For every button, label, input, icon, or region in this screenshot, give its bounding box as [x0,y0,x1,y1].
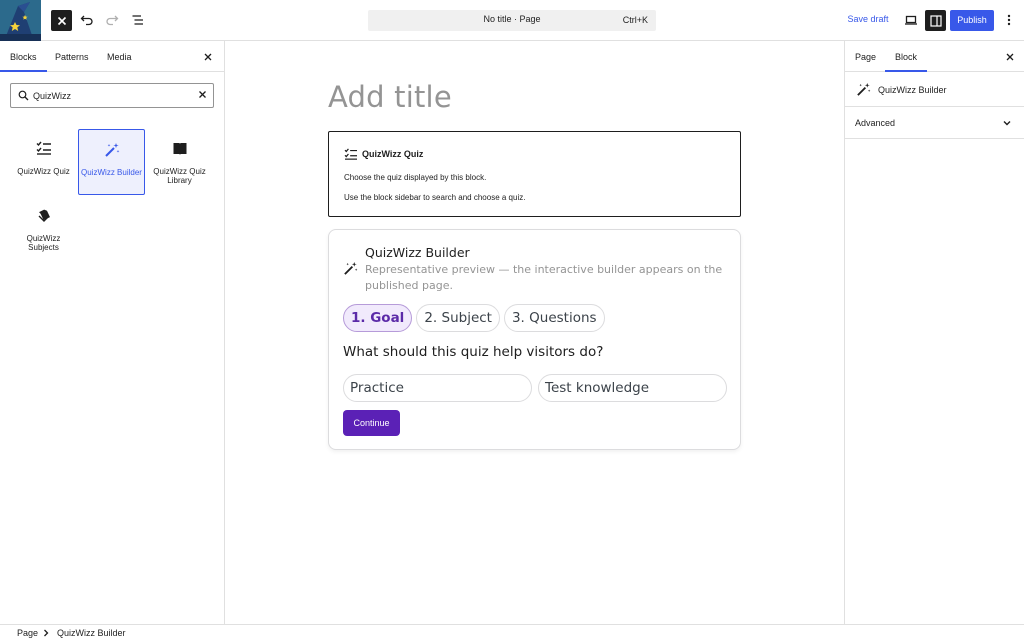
step-goal[interactable]: 1. Goal [343,304,413,332]
command-shortcut: Ctrl+K [622,15,648,25]
block-item-label: QuizWizz Quiz [17,167,70,176]
builder-title: QuizWizz Builder [365,245,470,260]
option-test-knowledge[interactable]: Test knowledge [538,374,727,402]
chevron-down-icon [1002,118,1012,128]
tab-blocks[interactable]: Blocks [0,52,46,72]
tab-patterns[interactable]: Patterns [55,52,89,62]
quiz-block-title: QuizWizz Quiz [362,149,424,159]
inserter-tabs: Blocks Patterns Media [0,41,224,72]
block-item-label: QuizWizz Subjects [26,234,61,252]
option-practice[interactable]: Practice [343,374,532,402]
block-breadcrumb: Page QuizWizz Builder [0,624,1024,640]
builder-options: Practice Test knowledge [343,374,727,402]
editor-canvas: Add title QuizWizz Quiz Choose the quiz … [225,41,844,624]
close-settings-button[interactable] [1002,49,1018,65]
close-inserter-panel-button[interactable] [200,49,216,65]
block-card-title: QuizWizz Builder [878,85,947,95]
quiz-block-instruction: Choose the quiz displayed by this block. [344,173,487,182]
close-icon [1006,53,1014,61]
redo-icon [106,15,119,26]
tab-block[interactable]: Block [884,52,928,72]
desktop-icon [905,15,917,25]
options-menu-button[interactable] [997,8,1021,32]
search-icon [18,90,29,101]
block-item-quizwizz-builder[interactable]: QuizWizz Builder [78,129,145,195]
quizwizz-builder-block[interactable]: QuizWizz Builder Representative preview … [328,229,741,450]
block-search [10,83,214,108]
document-overview-button[interactable] [126,8,150,32]
checklist-icon [344,148,358,160]
post-title-input[interactable]: Add title [328,80,452,114]
quiz-block-instruction: Use the block sidebar to search and choo… [344,193,526,202]
list-view-icon [132,15,143,25]
close-inserter-button[interactable] [51,10,72,31]
block-item-label: QuizWizz Builder [81,168,142,177]
vertical-ellipsis-icon [1007,14,1011,26]
advanced-label: Advanced [855,118,896,128]
close-icon [199,91,206,98]
breadcrumb-block[interactable]: QuizWizz Builder [57,628,126,638]
book-icon [172,141,188,157]
block-item-label: QuizWizz Quiz Library [153,167,206,185]
block-card: QuizWizz Builder [845,72,1024,107]
continue-button[interactable]: Continue [343,410,400,436]
command-palette-bar[interactable]: No title · Page Ctrl+K [368,10,656,31]
tab-page[interactable]: Page [855,52,876,62]
builder-steps: 1. Goal 2. Subject 3. Questions [343,304,605,332]
document-title: No title · Page [483,14,541,24]
tab-media[interactable]: Media [107,52,132,62]
quizwizz-quiz-block[interactable]: QuizWizz Quiz Choose the quiz displayed … [328,131,741,217]
view-button[interactable] [899,8,923,32]
checklist-icon [36,141,52,155]
redo-button[interactable] [100,8,124,32]
save-draft-button[interactable]: Save draft [844,14,892,24]
publish-button[interactable]: Publish [950,10,994,31]
chevron-right-icon [43,629,49,637]
block-item-quizwizz-quiz[interactable]: QuizWizz Quiz [10,129,77,195]
undo-icon [80,15,93,26]
clear-search-button[interactable] [198,90,207,99]
builder-question: What should this quiz help visitors do? [343,344,604,360]
close-icon [204,53,212,61]
settings-tabs: Page Block [845,41,1024,72]
undo-button[interactable] [75,8,99,32]
settings-sidebar: Page Block QuizWizz Builder Advanced [844,41,1024,624]
sidebar-icon [929,14,942,27]
step-questions[interactable]: 3. Questions [503,304,605,332]
settings-toggle-button[interactable] [925,10,946,31]
block-item-quizwizz-quiz-library[interactable]: QuizWizz Quiz Library [146,129,213,195]
wizard-logo-icon [0,0,41,41]
site-logo[interactable] [0,0,41,41]
quiz-block-header: QuizWizz Quiz [344,148,423,160]
block-item-quizwizz-subjects[interactable]: QuizWizz Subjects [10,196,77,262]
block-inserter-panel: Blocks Patterns Media QuizWizz Quiz Quiz… [0,41,225,624]
advanced-panel-toggle[interactable]: Advanced [845,107,1024,139]
magic-wand-icon [856,82,871,97]
close-icon [57,16,66,25]
magic-wand-icon [104,142,120,158]
breadcrumb-page[interactable]: Page [17,628,38,638]
editor-header: No title · Page Ctrl+K Save draft Publis… [0,0,1024,41]
block-search-input[interactable] [33,88,193,104]
tags-icon [36,208,52,224]
magic-wand-icon [343,261,358,276]
builder-description: Representative preview — the interactive… [365,263,723,292]
step-subject[interactable]: 2. Subject [416,304,500,332]
